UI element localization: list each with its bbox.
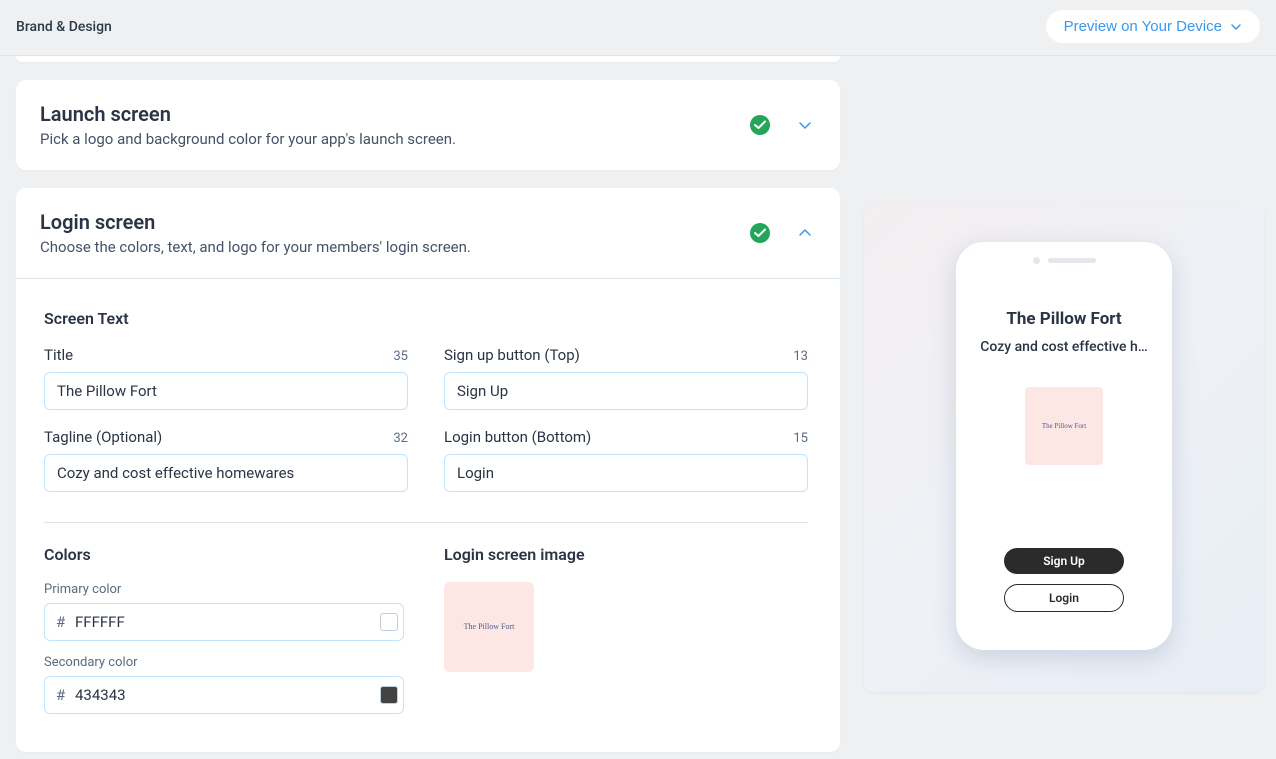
image-heading: Login screen image <box>444 545 808 564</box>
screen-text-grid: Title 35 Sign up button (Top) 13 <box>44 346 808 492</box>
expand-launch-button[interactable] <box>794 114 816 136</box>
login-header-text: Login screen Choose the colors, text, an… <box>40 210 750 256</box>
secondary-color-wrapper: # <box>44 676 408 714</box>
signup-input[interactable] <box>444 372 808 410</box>
chevron-down-icon <box>798 118 812 132</box>
page-header: Brand & Design Preview on Your Device <box>0 0 1276 56</box>
screen-text-heading: Screen Text <box>44 309 808 328</box>
phone-tagline: Cozy and cost effective h… <box>980 339 1147 355</box>
phone-screen-content: The Pillow Fort Cozy and cost effective … <box>956 274 1172 642</box>
section-divider <box>44 522 808 523</box>
login-image-thumbnail[interactable]: The Pillow Fort <box>444 582 534 672</box>
launch-card-header[interactable]: Launch screen Pick a logo and background… <box>16 80 840 170</box>
phone-notch <box>956 242 1172 274</box>
login-card-header[interactable]: Login screen Choose the colors, text, an… <box>16 188 840 278</box>
check-circle-icon <box>750 115 770 135</box>
colors-heading: Colors <box>44 545 408 564</box>
preview-device-label: Preview on Your Device <box>1064 18 1222 35</box>
camera-icon <box>1033 257 1040 264</box>
settings-panel: Launch screen Pick a logo and background… <box>16 56 840 759</box>
signup-label: Sign up button (Top) <box>444 346 580 364</box>
phone-logo: The Pillow Fort <box>1025 387 1103 465</box>
login-card-subtitle: Choose the colors, text, and logo for yo… <box>40 238 750 256</box>
login-screen-card: Login screen Choose the colors, text, an… <box>16 188 840 752</box>
secondary-color-swatch[interactable] <box>380 686 398 704</box>
title-label-row: Title 35 <box>44 346 408 364</box>
secondary-color-label: Secondary color <box>44 655 408 670</box>
signup-label-row: Sign up button (Top) 13 <box>444 346 808 364</box>
launch-card-title: Launch screen <box>40 102 750 126</box>
page-title: Brand & Design <box>16 19 112 35</box>
login-card-body: Screen Text Title 35 Sign up butt <box>16 278 840 752</box>
title-input[interactable] <box>44 372 408 410</box>
tagline-input[interactable] <box>44 454 408 492</box>
launch-card-subtitle: Pick a logo and background color for you… <box>40 130 750 148</box>
login-btn-field: Login button (Bottom) 15 <box>444 428 808 492</box>
primary-color-wrapper: # <box>44 603 408 641</box>
launch-header-text: Launch screen Pick a logo and background… <box>40 102 750 148</box>
collapse-login-button[interactable] <box>794 222 816 244</box>
phone-title: The Pillow Fort <box>1006 309 1121 329</box>
login-header-actions <box>750 222 816 244</box>
title-label: Title <box>44 346 73 364</box>
image-column: Login screen image The Pillow Fort <box>444 545 808 728</box>
login-card-title: Login screen <box>40 210 750 234</box>
check-circle-icon <box>750 223 770 243</box>
signup-field: Sign up button (Top) 13 <box>444 346 808 410</box>
tagline-counter: 32 <box>393 431 408 446</box>
hash-icon: # <box>56 613 65 631</box>
login-btn-counter: 15 <box>793 431 808 446</box>
login-btn-input[interactable] <box>444 454 808 492</box>
bottom-grid: Colors Primary color # Secondary color # <box>44 545 808 728</box>
hash-icon: # <box>56 686 65 704</box>
launch-screen-card: Launch screen Pick a logo and background… <box>16 80 840 170</box>
preview-panel: The Pillow Fort Cozy and cost effective … <box>864 56 1264 759</box>
title-field: Title 35 <box>44 346 408 410</box>
login-btn-label-row: Login button (Bottom) 15 <box>444 428 808 446</box>
colors-column: Colors Primary color # Secondary color # <box>44 545 408 728</box>
phone-logo-text: The Pillow Fort <box>1042 422 1086 430</box>
tagline-label: Tagline (Optional) <box>44 428 162 446</box>
preview-background: The Pillow Fort Cozy and cost effective … <box>864 204 1264 692</box>
launch-header-actions <box>750 114 816 136</box>
tagline-field: Tagline (Optional) 32 <box>44 428 408 492</box>
login-btn-label: Login button (Bottom) <box>444 428 591 446</box>
logo-preview-text: The Pillow Fort <box>464 622 515 632</box>
title-counter: 35 <box>393 349 408 364</box>
phone-login-button: Login <box>1004 584 1124 612</box>
primary-color-input[interactable] <box>44 603 404 641</box>
phone-signup-button: Sign Up <box>1004 548 1124 574</box>
tagline-label-row: Tagline (Optional) 32 <box>44 428 408 446</box>
primary-color-swatch[interactable] <box>380 613 398 631</box>
speaker-icon <box>1048 258 1096 263</box>
collapsed-card-stub <box>16 56 840 62</box>
secondary-color-input[interactable] <box>44 676 404 714</box>
phone-mockup: The Pillow Fort Cozy and cost effective … <box>956 242 1172 650</box>
phone-buttons: Sign Up Login <box>1004 548 1124 612</box>
primary-color-label: Primary color <box>44 582 408 597</box>
main-content: Launch screen Pick a logo and background… <box>0 56 1276 759</box>
signup-counter: 13 <box>793 349 808 364</box>
preview-device-button[interactable]: Preview on Your Device <box>1046 10 1260 43</box>
chevron-down-icon <box>1230 21 1242 33</box>
chevron-up-icon <box>798 226 812 240</box>
